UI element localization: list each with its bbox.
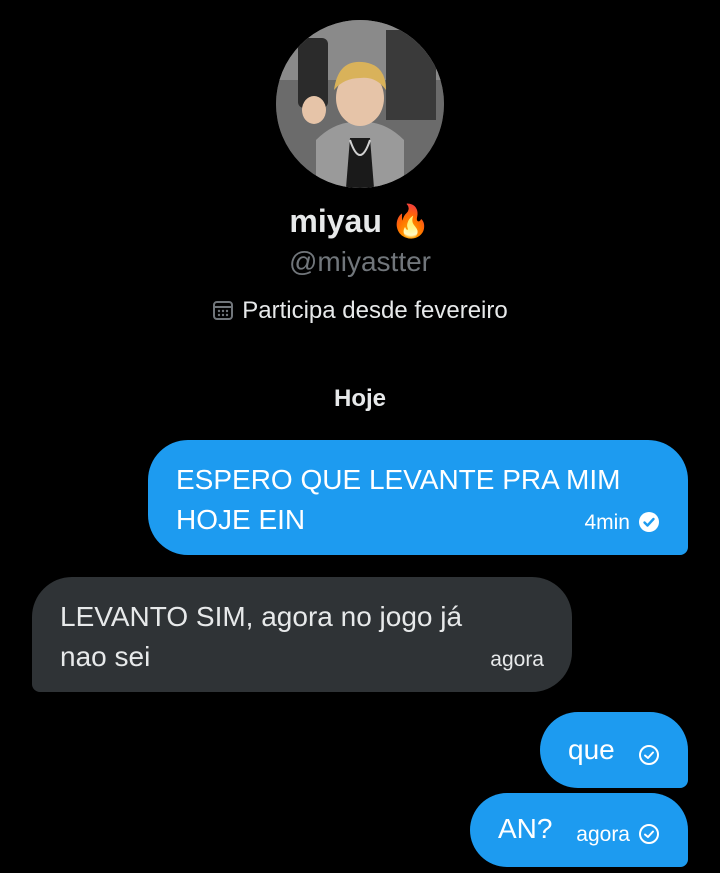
day-separator: Hoje xyxy=(333,385,386,412)
profile-name-row: miyau 🔥 xyxy=(0,202,720,240)
message-meta: agora xyxy=(576,823,660,847)
sent-check-icon xyxy=(639,824,659,844)
message-bubble-outgoing[interactable]: que xyxy=(540,712,688,788)
message-text: que xyxy=(568,734,615,765)
joined-text: Participa desde fevereiro xyxy=(242,297,508,324)
profile-avatar[interactable] xyxy=(276,20,444,188)
message-meta xyxy=(630,744,660,768)
fire-emoji-icon: 🔥 xyxy=(390,203,431,239)
calendar-icon xyxy=(212,299,234,328)
sent-check-icon xyxy=(639,745,659,765)
read-check-icon xyxy=(639,512,659,532)
message-text-line-1: LEVANTO SIM, agora no jogo já xyxy=(60,601,463,632)
message-meta: agora xyxy=(490,648,544,672)
profile-handle[interactable]: @miyastter xyxy=(0,246,720,278)
joined-date: Participa desde fevereiro xyxy=(0,297,720,328)
message-meta: 4min xyxy=(584,511,660,535)
message-text-line-2: nao sei xyxy=(60,641,151,672)
message-time: 4min xyxy=(584,511,630,534)
message-text-line-1: ESPERO QUE LEVANTE PRA MIM xyxy=(176,464,621,495)
message-bubble-incoming[interactable]: LEVANTO SIM, agora no jogo já nao sei ag… xyxy=(32,577,572,692)
message-bubble-outgoing[interactable]: AN? agora xyxy=(470,793,688,867)
display-name: miyau xyxy=(289,203,382,239)
message-time: agora xyxy=(576,823,630,846)
message-time: agora xyxy=(490,648,544,671)
message-text: AN? xyxy=(498,813,553,844)
message-bubble-outgoing[interactable]: ESPERO QUE LEVANTE PRA MIM HOJE EIN 4min xyxy=(148,440,688,555)
